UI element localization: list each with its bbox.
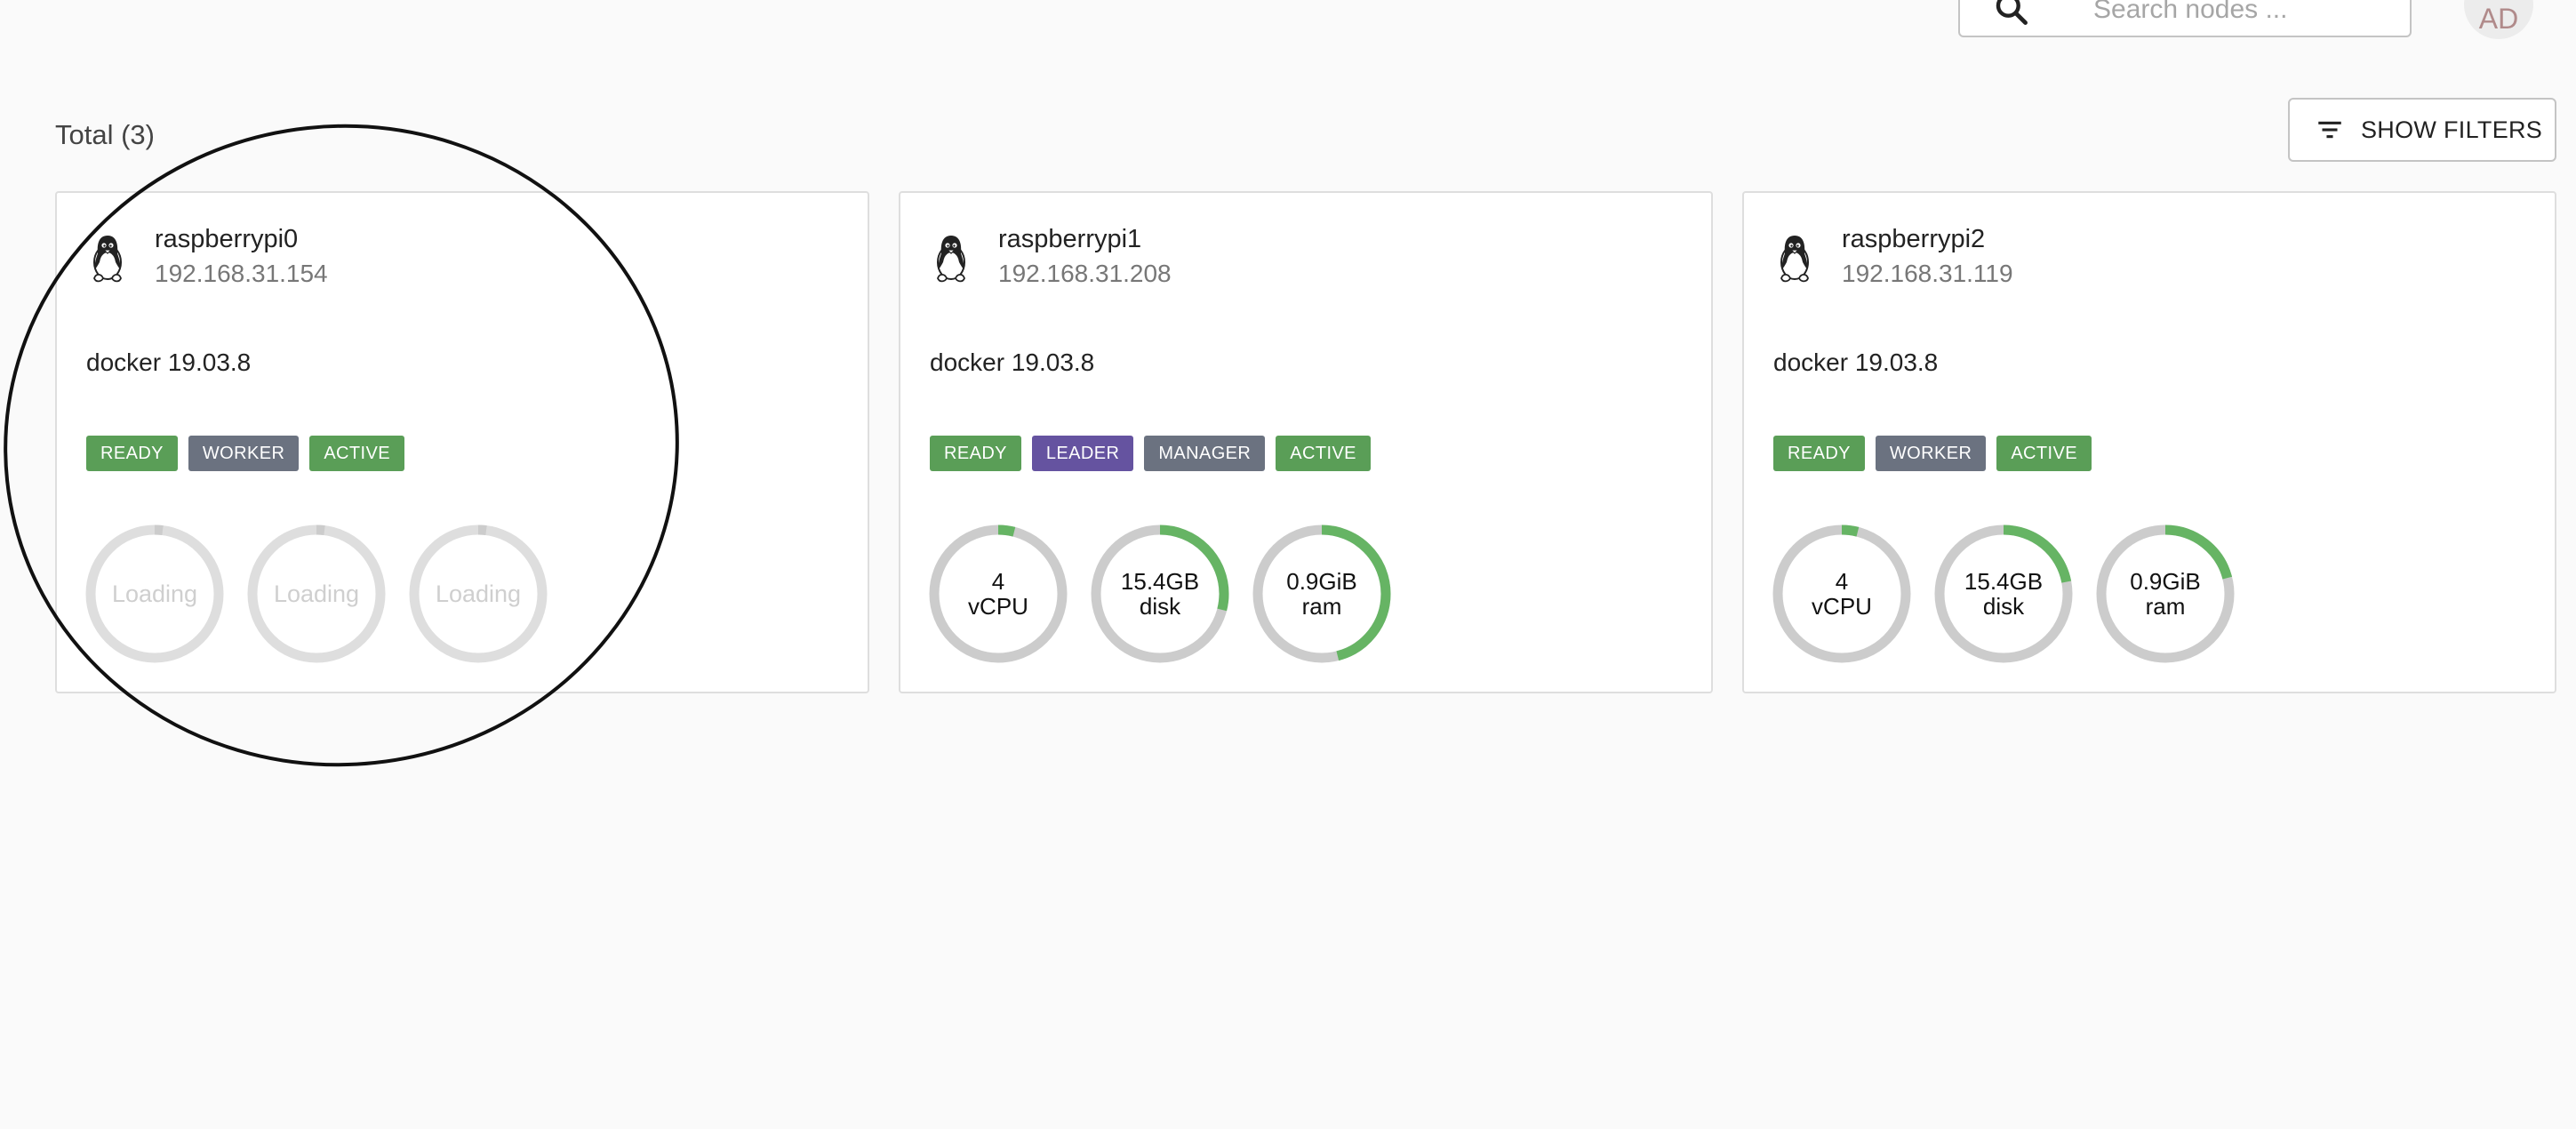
gauge-value: 0.9GiB xyxy=(2130,568,2201,595)
gauge-unit: ram xyxy=(2145,593,2186,620)
node-name: raspberrypi1 xyxy=(998,225,1142,253)
gauge-label: 0.9GiB ram xyxy=(2095,524,2236,664)
search-box[interactable] xyxy=(1958,0,2412,37)
engine-version: docker 19.03.8 xyxy=(1773,348,1939,376)
node-ip: 192.168.31.119 xyxy=(1842,260,2013,287)
node-ip: 192.168.31.154 xyxy=(155,260,328,287)
gauge-value: 15.4GB xyxy=(1120,568,1200,595)
gauge-ram: 0.9GiB ram xyxy=(1252,524,1392,664)
gauge-disk: 15.4GB disk xyxy=(1090,524,1230,664)
status-badge-active: ACTIVE xyxy=(1276,436,1371,471)
status-chips: READY WORKER ACTIVE xyxy=(86,436,404,471)
search-icon[interactable] xyxy=(1992,0,2031,28)
gauge-label: 15.4GB disk xyxy=(1933,524,2074,664)
node-card-raspberrypi1[interactable]: raspberrypi1 192.168.31.208 docker 19.03.8… xyxy=(899,191,1713,693)
gauge-label: 0.9GiB ram xyxy=(1252,524,1392,664)
resource-gauges: Loading Loading Loading xyxy=(84,524,548,664)
avatar[interactable]: AD xyxy=(2464,0,2533,39)
linux-tux-icon xyxy=(931,232,972,285)
gauge-label: 15.4GB disk xyxy=(1090,524,1230,664)
status-badge-manager: MANAGER xyxy=(1144,436,1266,471)
linux-tux-icon xyxy=(1774,232,1815,285)
gauge-unit: disk xyxy=(1139,593,1181,620)
node-card-raspberrypi2[interactable]: raspberrypi2 192.168.31.119 docker 19.03.8… xyxy=(1742,191,2556,693)
gauge-value: 15.4GB xyxy=(1964,568,2044,595)
gauge-unit: vCPU xyxy=(1812,593,1872,620)
node-card-raspberrypi0[interactable]: raspberrypi0 192.168.31.154 docker 19.03.8… xyxy=(55,191,869,693)
gauge-value: 0.9GiB xyxy=(1286,568,1357,595)
gauge-value: 4 xyxy=(991,568,1005,595)
node-name: raspberrypi0 xyxy=(155,225,299,253)
node-ip: 192.168.31.208 xyxy=(998,260,1172,287)
node-name: raspberrypi2 xyxy=(1842,225,1986,253)
gauge-label: 4 vCPU xyxy=(928,524,1068,664)
gauge-vCPU: 4 vCPU xyxy=(1772,524,1912,664)
gauge-label: Loading xyxy=(84,524,225,664)
loading-gauge: Loading xyxy=(408,524,548,664)
gauge-vCPU: 4 vCPU xyxy=(928,524,1068,664)
gauge-value: Loading xyxy=(435,581,522,607)
show-filters-button[interactable]: SHOW FILTERS xyxy=(2288,98,2556,162)
engine-version: docker 19.03.8 xyxy=(930,348,1095,376)
linux-tux-icon xyxy=(87,232,128,285)
gauge-unit: vCPU xyxy=(968,593,1028,620)
engine-version: docker 19.03.8 xyxy=(86,348,252,376)
status-chips: READY LEADER MANAGER ACTIVE xyxy=(930,436,1371,471)
filter-icon xyxy=(2318,121,2341,139)
loading-gauge: Loading xyxy=(84,524,225,664)
gauge-label: Loading xyxy=(246,524,387,664)
gauge-ram: 0.9GiB ram xyxy=(2095,524,2236,664)
gauge-value: 4 xyxy=(1835,568,1849,595)
search-input[interactable] xyxy=(2093,0,2387,23)
status-badge-active: ACTIVE xyxy=(309,436,404,471)
status-badge-ready: READY xyxy=(1773,436,1865,471)
gauge-value: Loading xyxy=(111,581,198,607)
gauge-unit: ram xyxy=(1301,593,1342,620)
status-badge-worker: WORKER xyxy=(1875,436,1987,471)
gauge-unit: disk xyxy=(1982,593,2025,620)
status-badge-active: ACTIVE xyxy=(1996,436,2092,471)
gauge-label: Loading xyxy=(408,524,548,664)
status-badge-ready: READY xyxy=(930,436,1021,471)
status-chips: READY WORKER ACTIVE xyxy=(1773,436,2092,471)
total-count-label: Total (3) xyxy=(55,119,155,150)
resource-gauges: 4 vCPU 15.4GB disk 0.9GiB ram xyxy=(928,524,1392,664)
loading-gauge: Loading xyxy=(246,524,387,664)
gauge-disk: 15.4GB disk xyxy=(1933,524,2074,664)
gauge-value: Loading xyxy=(273,581,360,607)
status-badge-ready: READY xyxy=(86,436,178,471)
resource-gauges: 4 vCPU 15.4GB disk 0.9GiB ram xyxy=(1772,524,2236,664)
status-badge-leader: LEADER xyxy=(1031,436,1134,471)
gauge-label: 4 vCPU xyxy=(1772,524,1912,664)
status-badge-worker: WORKER xyxy=(188,436,300,471)
show-filters-label: SHOW FILTERS xyxy=(2361,116,2543,143)
